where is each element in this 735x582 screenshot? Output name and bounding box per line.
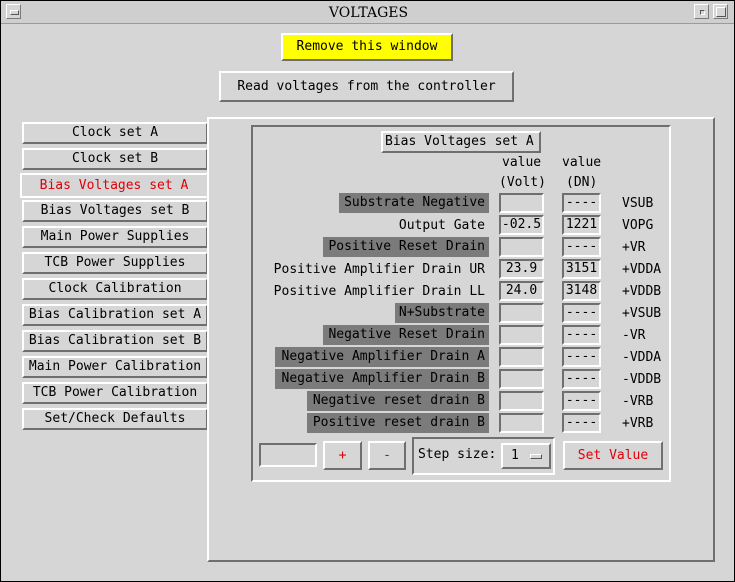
row-label-negative-amplifier-drain-b: Negative Amplifier Drain B xyxy=(275,369,489,389)
volt-field-vopg[interactable]: -02.5 xyxy=(499,215,544,235)
dn-field-vsub: ---- xyxy=(562,193,601,213)
decrement-button[interactable]: - xyxy=(368,441,406,470)
volt-field-vsub-pos[interactable] xyxy=(499,303,544,323)
volt-field-vr-pos[interactable] xyxy=(499,237,544,257)
set-value-button[interactable]: Set Value xyxy=(563,441,663,470)
tab-bias-voltages-set-a[interactable]: Bias Voltages set A xyxy=(20,173,208,199)
tab-tcb-power-calibration[interactable]: TCB Power Calibration xyxy=(22,382,208,404)
col-header-volt-1: value xyxy=(502,155,542,170)
volt-field-vsub[interactable] xyxy=(499,193,544,213)
read-voltages-button[interactable]: Read voltages from the controller xyxy=(219,71,514,102)
col-header-dn-1: value xyxy=(562,155,602,170)
signal-vr-pos: +VR xyxy=(622,240,646,255)
tab-bias-calibration-set-b[interactable]: Bias Calibration set B xyxy=(22,330,208,352)
dn-field-vrb-pos: ---- xyxy=(562,413,601,433)
panel-title: Bias Voltages set A xyxy=(381,131,541,153)
row-label-negative-amplifier-drain-a: Negative Amplifier Drain A xyxy=(275,347,489,367)
increment-button[interactable]: + xyxy=(323,441,362,470)
remove-window-button[interactable]: Remove this window xyxy=(281,33,453,61)
row-label-negative-reset-drain-b: Negative reset drain B xyxy=(307,391,489,411)
tab-clock-calibration[interactable]: Clock Calibration xyxy=(22,278,208,300)
tab-set-check-defaults[interactable]: Set/Check Defaults xyxy=(22,408,208,430)
dn-field-vopg: 1221 xyxy=(562,215,601,235)
col-header-volt-2: (Volt) xyxy=(499,175,546,190)
dn-field-vddb-pos: 3148 xyxy=(562,281,601,301)
dn-field-vsub-pos: ---- xyxy=(562,303,601,323)
tab-bias-calibration-set-a[interactable]: Bias Calibration set A xyxy=(22,304,208,326)
step-size-value: 1 xyxy=(511,448,519,463)
step-size-label: Step size: xyxy=(418,447,497,462)
tab-clock-set-a[interactable]: Clock set A xyxy=(22,122,208,144)
signal-vrb-pos: +VRB xyxy=(622,416,654,431)
dn-field-vr-neg: ---- xyxy=(562,325,601,345)
row-label-substrate-negative: Substrate Negative xyxy=(339,193,489,213)
volt-field-vddb-pos[interactable]: 24.0 xyxy=(499,281,544,301)
minimize-icon[interactable] xyxy=(694,4,709,19)
volt-field-vdda-neg[interactable] xyxy=(499,347,544,367)
tab-main-power-supplies[interactable]: Main Power Supplies xyxy=(22,226,208,248)
signal-vdda-neg: -VDDA xyxy=(622,350,662,365)
col-header-dn-2: (DN) xyxy=(566,175,598,190)
signal-vdda-pos: +VDDA xyxy=(622,262,662,277)
signal-vddb-pos: +VDDB xyxy=(622,284,662,299)
signal-vsub: VSUB xyxy=(622,196,654,211)
title-bar[interactable]: VOLTAGES xyxy=(1,1,734,24)
maximize-icon[interactable] xyxy=(713,4,728,19)
dropdown-indicator-icon xyxy=(530,454,542,459)
signal-vr-neg: -VR xyxy=(622,328,646,343)
signal-vsub-pos: +VSUB xyxy=(622,306,662,321)
dn-field-vdda-pos: 3151 xyxy=(562,259,601,279)
row-label-output-gate: Output Gate xyxy=(398,218,485,233)
volt-field-vdda-pos[interactable]: 23.9 xyxy=(499,259,544,279)
step-size-select[interactable]: 1 xyxy=(501,443,551,469)
volt-field-vrb-pos[interactable] xyxy=(499,413,544,433)
dn-field-vddb-neg: ---- xyxy=(562,369,601,389)
signal-vddb-neg: -VDDB xyxy=(622,372,662,387)
row-label-positive-amplifier-drain-ll: Positive Amplifier Drain LL xyxy=(273,284,485,299)
tab-main-power-calibration[interactable]: Main Power Calibration xyxy=(22,356,208,378)
row-label-negative-reset-drain: Negative Reset Drain xyxy=(323,325,489,345)
window-title: VOLTAGES xyxy=(328,5,409,21)
row-label-positive-amplifier-drain-ur: Positive Amplifier Drain UR xyxy=(273,262,485,277)
value-entry-field[interactable] xyxy=(259,443,317,467)
tab-clock-set-b[interactable]: Clock set B xyxy=(22,148,208,170)
volt-field-vr-neg[interactable] xyxy=(499,325,544,345)
dn-field-vdda-neg: ---- xyxy=(562,347,601,367)
tab-tcb-power-supplies[interactable]: TCB Power Supplies xyxy=(22,252,208,274)
row-label-n-substrate: N+Substrate xyxy=(395,303,489,323)
row-label-positive-reset-drain: Positive Reset Drain xyxy=(323,237,489,257)
signal-vopg: VOPG xyxy=(622,218,654,233)
volt-field-vddb-neg[interactable] xyxy=(499,369,544,389)
signal-vrb-neg: -VRB xyxy=(622,394,654,409)
tab-bias-voltages-set-b[interactable]: Bias Voltages set B xyxy=(22,200,208,222)
volt-field-vrb-neg[interactable] xyxy=(499,391,544,411)
dn-field-vr-pos: ---- xyxy=(562,237,601,257)
row-label-positive-reset-drain-b: Positive reset drain B xyxy=(307,413,489,433)
dn-field-vrb-neg: ---- xyxy=(562,391,601,411)
